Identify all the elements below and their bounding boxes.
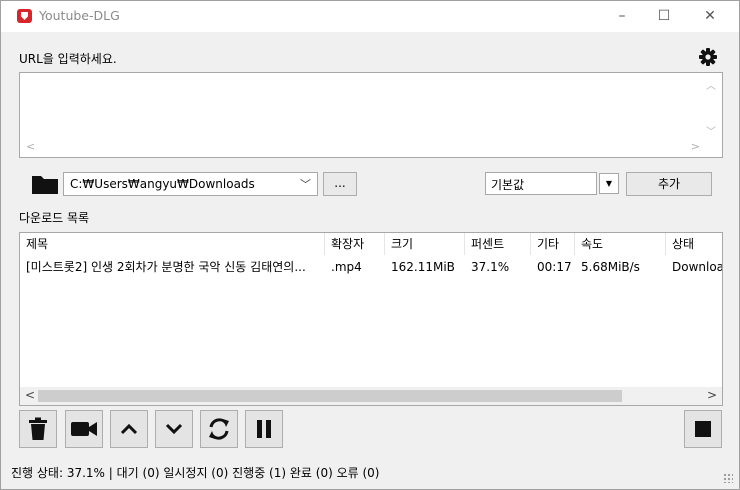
row-percent: 37.1% <box>471 260 510 274</box>
app-logo-icon <box>17 9 32 23</box>
pause-button[interactable] <box>245 410 283 448</box>
download-list-label: 다운로드 목록 <box>19 211 90 225</box>
scroll-left-icon[interactable]: < <box>25 388 35 402</box>
reload-button[interactable] <box>200 410 238 448</box>
title-bar[interactable]: Youtube-DLG – ☐ ✕ <box>1 1 739 32</box>
column-header-eta[interactable]: 기타 <box>531 233 575 255</box>
table-row[interactable]: [미스트롯2] 인생 2회차가 분명한 국악 신동 김태연의... .mp4 1… <box>20 256 722 278</box>
status-bar: 진행 상태: 37.1% | 대기 (0) 일시정지 (0) 진행중 (1) 완… <box>11 466 380 480</box>
list-header: 제목 확장자 크기 퍼센트 기타 속도 상태 <box>20 233 722 255</box>
browse-button[interactable]: ... <box>323 172 357 196</box>
scroll-right-icon[interactable]: > <box>707 388 717 402</box>
column-header-size[interactable]: 크기 <box>385 233 465 255</box>
trash-icon <box>29 417 47 440</box>
stop-button[interactable] <box>684 410 722 448</box>
column-header-speed[interactable]: 속도 <box>575 233 666 255</box>
move-up-button[interactable] <box>110 410 148 448</box>
column-header-ext[interactable]: 확장자 <box>325 233 385 255</box>
close-button[interactable]: ✕ <box>687 1 733 32</box>
column-header-title[interactable]: 제목 <box>20 233 325 255</box>
column-header-status[interactable]: 상태 <box>666 233 722 255</box>
scroll-left-icon[interactable]: < <box>26 140 35 153</box>
row-speed: 5.68MiB/s <box>581 260 640 274</box>
folder-icon[interactable] <box>31 173 59 195</box>
play-in-player-button[interactable] <box>65 410 103 448</box>
arrow-up-icon <box>120 423 138 435</box>
row-title: [미스트롯2] 인생 2회차가 분명한 국악 신동 김태연의... <box>26 260 306 274</box>
row-status: Downloading <box>672 260 722 274</box>
resize-grip-icon[interactable] <box>723 473 733 483</box>
minimize-button[interactable]: – <box>599 1 645 32</box>
reload-icon <box>209 418 229 440</box>
move-down-button[interactable] <box>155 410 193 448</box>
app-window: Youtube-DLG – ☐ ✕ URL을 입력하세요. ︿ ﹀ < > C:… <box>0 0 740 490</box>
download-list[interactable]: 제목 확장자 크기 퍼센트 기타 속도 상태 [미스트롯2] 인생 2회차가 분… <box>19 232 723 406</box>
window-title: Youtube-DLG <box>39 8 120 23</box>
save-path-dropdown[interactable]: C:₩Users₩angyu₩Downloads ﹀ <box>63 172 318 196</box>
url-input[interactable]: ︿ ﹀ < > <box>19 72 723 158</box>
add-button[interactable]: 추가 <box>626 172 712 196</box>
video-camera-icon <box>71 422 97 436</box>
row-ext: .mp4 <box>331 260 362 274</box>
format-select[interactable]: 기본값 <box>485 172 597 195</box>
maximize-button[interactable]: ☐ <box>641 1 687 32</box>
row-size: 162.11MiB <box>391 260 455 274</box>
scroll-up-icon[interactable]: ︿ <box>706 77 716 92</box>
delete-button[interactable] <box>19 410 57 448</box>
arrow-down-icon <box>165 423 183 435</box>
save-path-value: C:₩Users₩angyu₩Downloads <box>70 177 255 191</box>
scroll-down-icon[interactable]: ﹀ <box>706 123 716 138</box>
settings-gear-icon[interactable] <box>697 46 719 68</box>
column-header-percent[interactable]: 퍼센트 <box>465 233 531 255</box>
format-dropdown-arrow-icon[interactable]: ▼ <box>599 173 619 194</box>
chevron-down-icon: ﹀ <box>300 178 311 191</box>
scroll-right-icon[interactable]: > <box>691 140 700 153</box>
list-horizontal-scrollbar[interactable]: < > <box>20 387 722 405</box>
url-label: URL을 입력하세요. <box>19 52 117 66</box>
scrollbar-thumb[interactable] <box>38 390 622 402</box>
pause-icon <box>257 420 271 438</box>
row-eta: 00:17 <box>537 260 572 274</box>
stop-icon <box>695 421 711 437</box>
